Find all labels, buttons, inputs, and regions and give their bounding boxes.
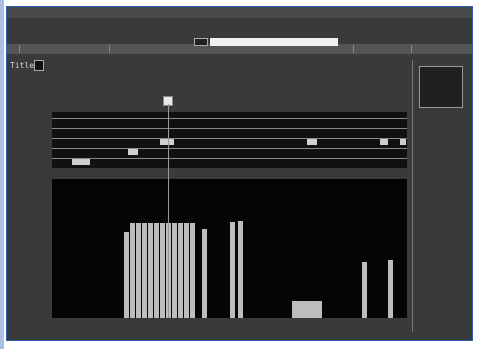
side-panel [412, 60, 466, 332]
histogram-bar [130, 223, 135, 318]
track-event [160, 139, 174, 145]
track-line [52, 128, 407, 129]
histogram-bar [178, 223, 183, 318]
left-accent [0, 0, 4, 349]
histogram-bar [292, 301, 302, 318]
track-area [52, 112, 407, 168]
histogram-bar [160, 223, 165, 318]
time-scroll-bar[interactable] [210, 38, 338, 46]
title-row: Title [10, 60, 45, 71]
histogram-bar [238, 220, 243, 318]
histogram-plot[interactable] [52, 179, 407, 318]
histogram-bar [202, 229, 207, 318]
header-status-bar [7, 7, 472, 18]
track-line [52, 118, 407, 119]
track-event [307, 139, 317, 145]
histogram-bar [172, 223, 177, 318]
title-value-field[interactable] [34, 60, 45, 71]
title-label: Title [10, 61, 35, 70]
zoom-toggle[interactable] [194, 38, 208, 46]
time-cursor-line[interactable] [168, 104, 169, 318]
histogram-bar [124, 231, 129, 318]
histogram-bar [184, 223, 189, 318]
track-event [380, 139, 388, 145]
track-line [52, 158, 407, 159]
histogram-bar [230, 222, 235, 318]
track-event [72, 159, 90, 165]
histogram-bar [190, 223, 195, 318]
track-line [52, 148, 407, 149]
side-box-line [420, 67, 462, 71]
track-event [128, 149, 138, 155]
histogram-bar [142, 223, 147, 318]
histogram-bar [136, 223, 141, 318]
histogram-bar [302, 301, 312, 318]
tab-3[interactable] [347, 45, 354, 53]
track-line [52, 138, 407, 139]
histogram-bar [148, 223, 153, 318]
histogram-bar [362, 262, 367, 318]
tab-1[interactable] [13, 45, 20, 53]
tab-4[interactable] [405, 45, 412, 53]
track-event [400, 139, 406, 145]
side-info-box [419, 66, 463, 108]
histogram-bar [154, 223, 159, 318]
histogram-bar [388, 259, 393, 318]
tab-2[interactable] [103, 45, 110, 53]
file-info-row [7, 18, 472, 40]
histogram-bar [312, 301, 322, 318]
